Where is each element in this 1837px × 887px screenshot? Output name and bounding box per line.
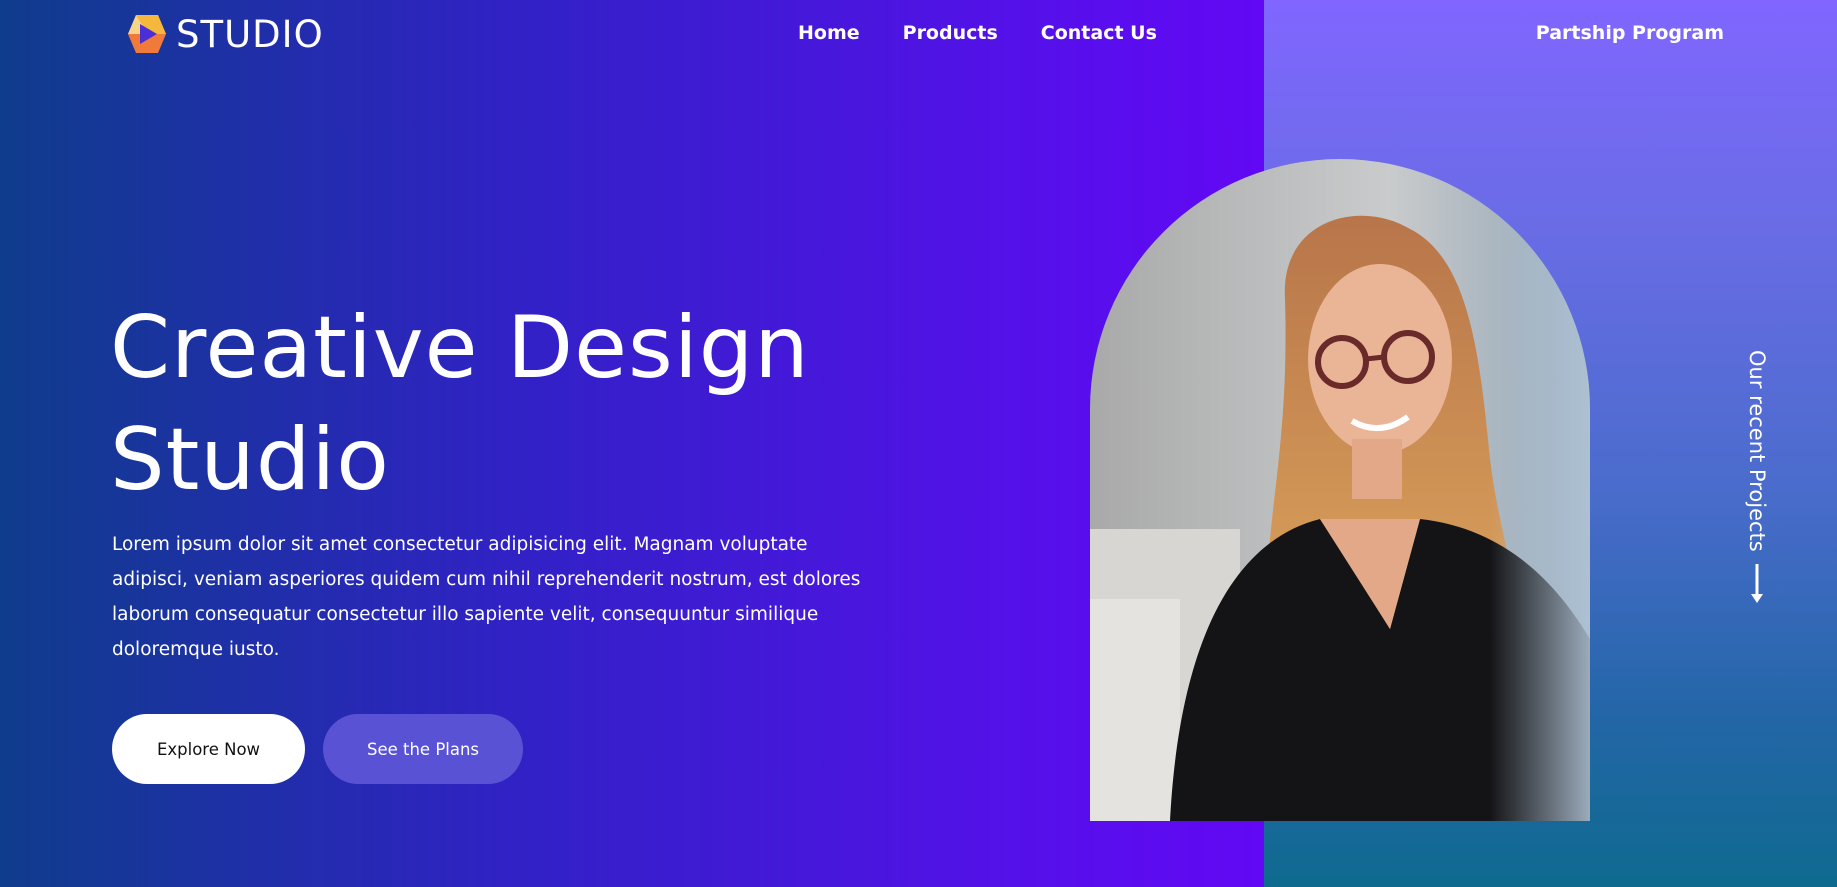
recent-projects-label: Our recent Projects — [1745, 350, 1769, 552]
partnership-program-link[interactable]: Partship Program — [1536, 22, 1724, 44]
portrait-illustration — [1090, 159, 1590, 821]
nav-item-home[interactable]: Home — [798, 22, 860, 44]
explore-now-button[interactable]: Explore Now — [112, 714, 305, 784]
hero-portrait-image — [1090, 159, 1590, 821]
recent-projects-link[interactable]: Our recent Projects — [1737, 350, 1777, 610]
main-nav: Home Products Contact Us — [798, 22, 1200, 44]
brand-logo[interactable]: STUDIO — [124, 12, 324, 56]
hero-description: Lorem ipsum dolor sit amet consectetur a… — [112, 534, 861, 660]
hero-title-line1: Creative Design — [110, 298, 810, 398]
nav-item-products[interactable]: Products — [903, 22, 998, 44]
hero-title-line2: Studio — [110, 410, 390, 510]
see-plans-button[interactable]: See the Plans — [323, 714, 523, 784]
arrow-down-icon — [1751, 563, 1763, 603]
brand-name: STUDIO — [176, 12, 324, 56]
hero-title: Creative Design Studio — [110, 292, 910, 516]
play-hexagon-icon — [128, 15, 166, 53]
nav-item-contact[interactable]: Contact Us — [1041, 22, 1157, 44]
